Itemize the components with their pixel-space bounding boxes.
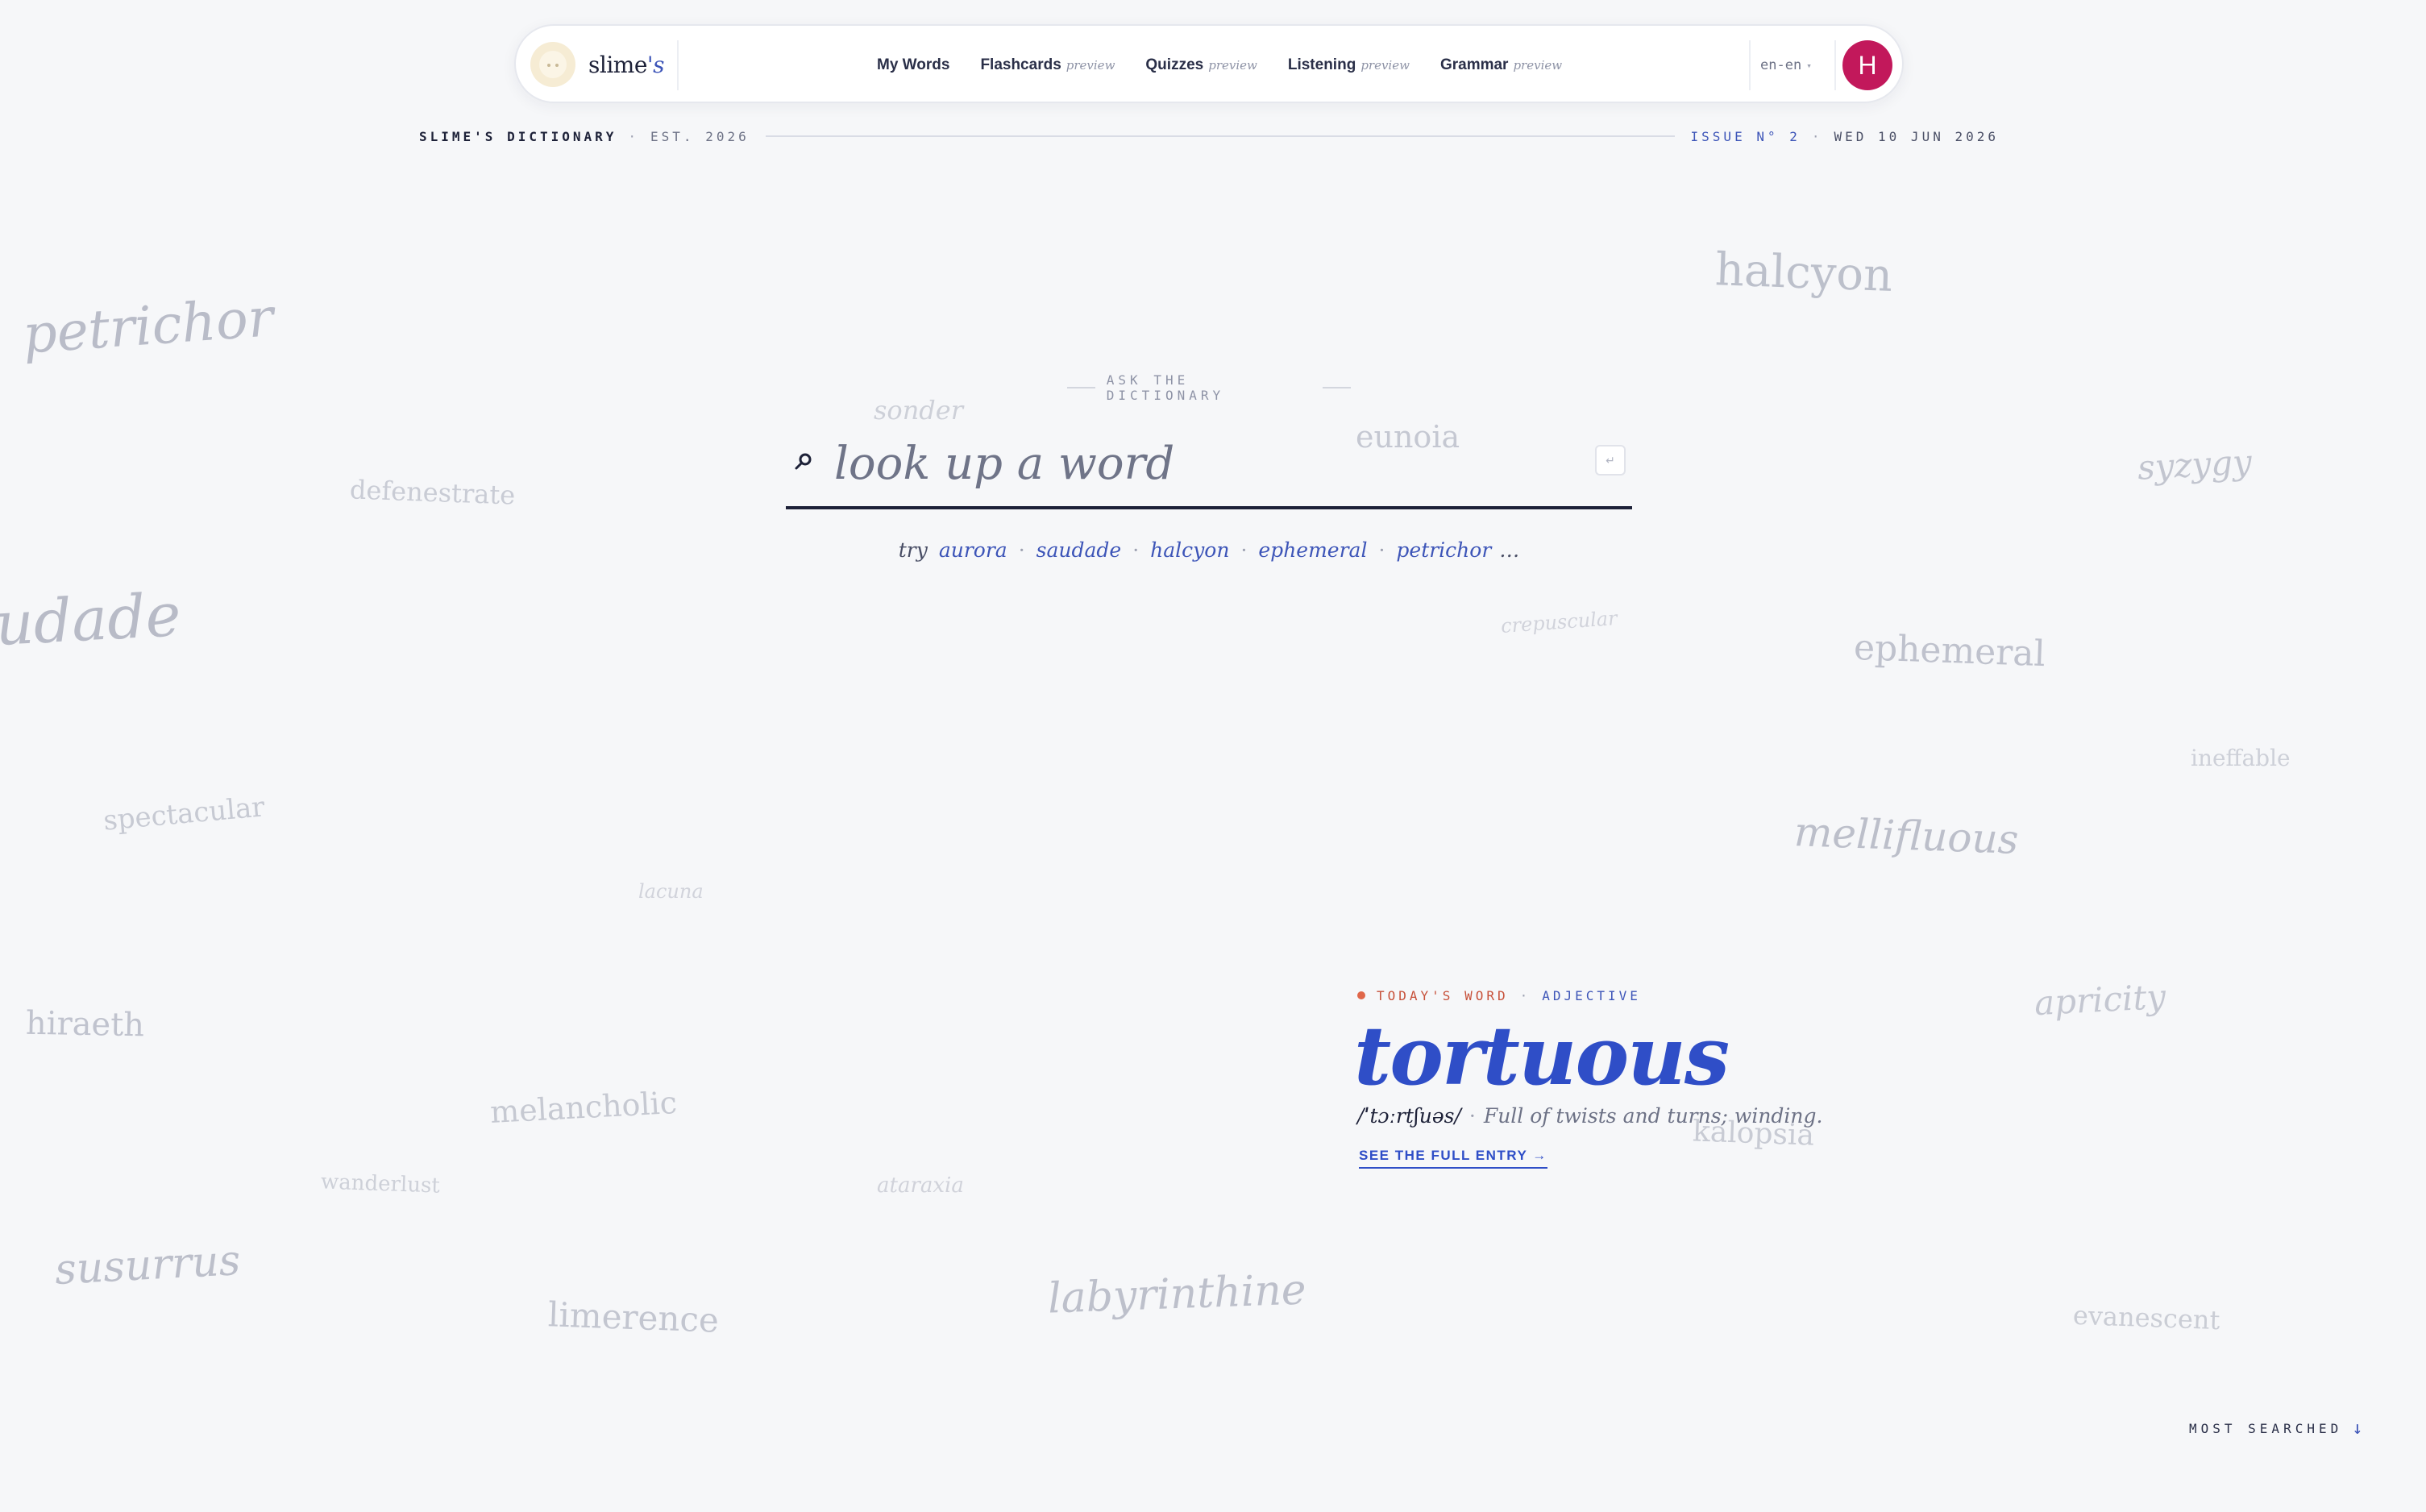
nav-item-grammar[interactable]: Grammar preview bbox=[1440, 56, 1562, 74]
floating-word[interactable]: melancholic bbox=[489, 1085, 678, 1130]
preview-tag: preview bbox=[1208, 58, 1257, 73]
suggestion-link[interactable]: ephemeral bbox=[1258, 538, 1367, 562]
preview-tag: preview bbox=[1360, 58, 1410, 73]
suggestions-row: try aurora · saudade · halcyon · ephemer… bbox=[898, 538, 1520, 562]
arrow-down-icon: ↓ bbox=[2352, 1418, 2363, 1439]
floating-word[interactable]: susurrus bbox=[54, 1236, 242, 1294]
brand-name: slime's bbox=[588, 51, 664, 78]
suggestions-more: … bbox=[1499, 538, 1520, 562]
wotd-word[interactable]: tortuous bbox=[1354, 1007, 1730, 1104]
suggestion-link[interactable]: halcyon bbox=[1150, 538, 1229, 562]
search-icon bbox=[795, 453, 812, 470]
search-box: ↵ bbox=[786, 426, 1632, 509]
floating-word[interactable]: apricity bbox=[2033, 977, 2166, 1023]
nav-divider bbox=[677, 40, 679, 90]
wotd-definition-line: /ˈtɔːrtʃuəs/ · Full of twists and turns;… bbox=[1357, 1104, 1823, 1128]
suggestion-link[interactable]: aurora bbox=[939, 538, 1007, 562]
floating-word[interactable]: defenestrate bbox=[349, 474, 515, 510]
suggestion-link[interactable]: petrichor bbox=[1396, 538, 1491, 562]
nav-item-flashcards[interactable]: Flashcards preview bbox=[980, 56, 1115, 74]
chevron-down-icon: ▾ bbox=[1806, 60, 1812, 71]
brand[interactable]: slime's bbox=[530, 42, 664, 87]
masthead-rule bbox=[765, 135, 1675, 137]
top-navbar: slime's My Words Flashcards preview Quiz… bbox=[514, 24, 1904, 103]
nav-divider bbox=[1834, 40, 1836, 90]
floating-word[interactable]: ephemeral bbox=[1853, 627, 2046, 675]
floating-word[interactable]: sonder bbox=[874, 395, 963, 426]
enter-key-icon[interactable]: ↵ bbox=[1595, 445, 1626, 476]
floating-word[interactable]: wanderlust bbox=[321, 1169, 441, 1198]
try-label: try bbox=[898, 538, 928, 562]
preview-tag: preview bbox=[1066, 58, 1115, 73]
floating-word[interactable]: mellifluous bbox=[1793, 808, 2019, 863]
floating-word[interactable]: limerence bbox=[547, 1294, 720, 1340]
see-full-entry-link[interactable]: SEE THE FULL ENTRY → bbox=[1359, 1148, 1547, 1169]
wotd-tag: TODAY'S WORD · ADJECTIVE bbox=[1357, 985, 1641, 1006]
floating-word[interactable]: udade bbox=[0, 580, 182, 659]
wotd-label: TODAY'S WORD bbox=[1377, 987, 1509, 1003]
nav-item-listening[interactable]: Listening preview bbox=[1288, 56, 1410, 74]
live-dot-icon bbox=[1357, 991, 1365, 999]
search-input[interactable] bbox=[834, 429, 1560, 498]
nav-item-my-words[interactable]: My Words bbox=[877, 56, 949, 74]
dictionary-home: slime's My Words Flashcards preview Quiz… bbox=[0, 0, 2426, 1512]
masthead: SLIME'S DICTIONARY · EST. 2026 ISSUE N° … bbox=[419, 128, 1999, 144]
masthead-date: WED 10 JUN 2026 bbox=[1834, 128, 1999, 144]
floating-word[interactable]: ataraxia bbox=[877, 1173, 964, 1198]
slime-face-icon bbox=[530, 42, 575, 87]
floating-word[interactable]: halcyon bbox=[1714, 243, 1893, 302]
suggestion-link[interactable]: saudade bbox=[1036, 538, 1122, 562]
user-avatar[interactable]: H bbox=[1842, 40, 1892, 90]
floating-word[interactable]: crepuscular bbox=[1500, 607, 1618, 638]
floating-word[interactable]: evanescent bbox=[2072, 1300, 2220, 1335]
nav-item-quizzes[interactable]: Quizzes preview bbox=[1145, 56, 1257, 74]
nav-divider bbox=[1749, 40, 1751, 90]
wotd-pronunciation: /ˈtɔːrtʃuəs/ bbox=[1357, 1104, 1461, 1128]
language-select[interactable]: en-en ▾ bbox=[1760, 26, 1812, 105]
preview-tag: preview bbox=[1513, 58, 1563, 73]
masthead-title: SLIME'S DICTIONARY bbox=[419, 128, 617, 144]
most-searched-link[interactable]: MOST SEARCHED ↓ bbox=[2189, 1417, 2362, 1439]
masthead-issue: ISSUE N° 2 bbox=[1690, 128, 1801, 144]
floating-word[interactable]: petrichor bbox=[21, 286, 276, 366]
ask-eyebrow: ASK THE DICTIONARY bbox=[1056, 372, 1362, 403]
floating-word[interactable]: lacuna bbox=[638, 880, 704, 903]
masthead-est: EST. 2026 bbox=[650, 128, 750, 144]
floating-word[interactable]: hiraeth bbox=[26, 1005, 145, 1045]
wotd-part-of-speech: ADJECTIVE bbox=[1542, 987, 1641, 1003]
floating-word[interactable]: ineffable bbox=[2191, 745, 2291, 771]
wotd-definition: Full of twists and turns; winding. bbox=[1483, 1104, 1823, 1128]
floating-word[interactable]: syzygy bbox=[2137, 442, 2253, 487]
floating-word[interactable]: spectacular bbox=[102, 791, 266, 837]
nav-links: My Words Flashcards preview Quizzes prev… bbox=[877, 26, 1593, 105]
floating-word[interactable]: labyrinthine bbox=[1047, 1265, 1306, 1323]
